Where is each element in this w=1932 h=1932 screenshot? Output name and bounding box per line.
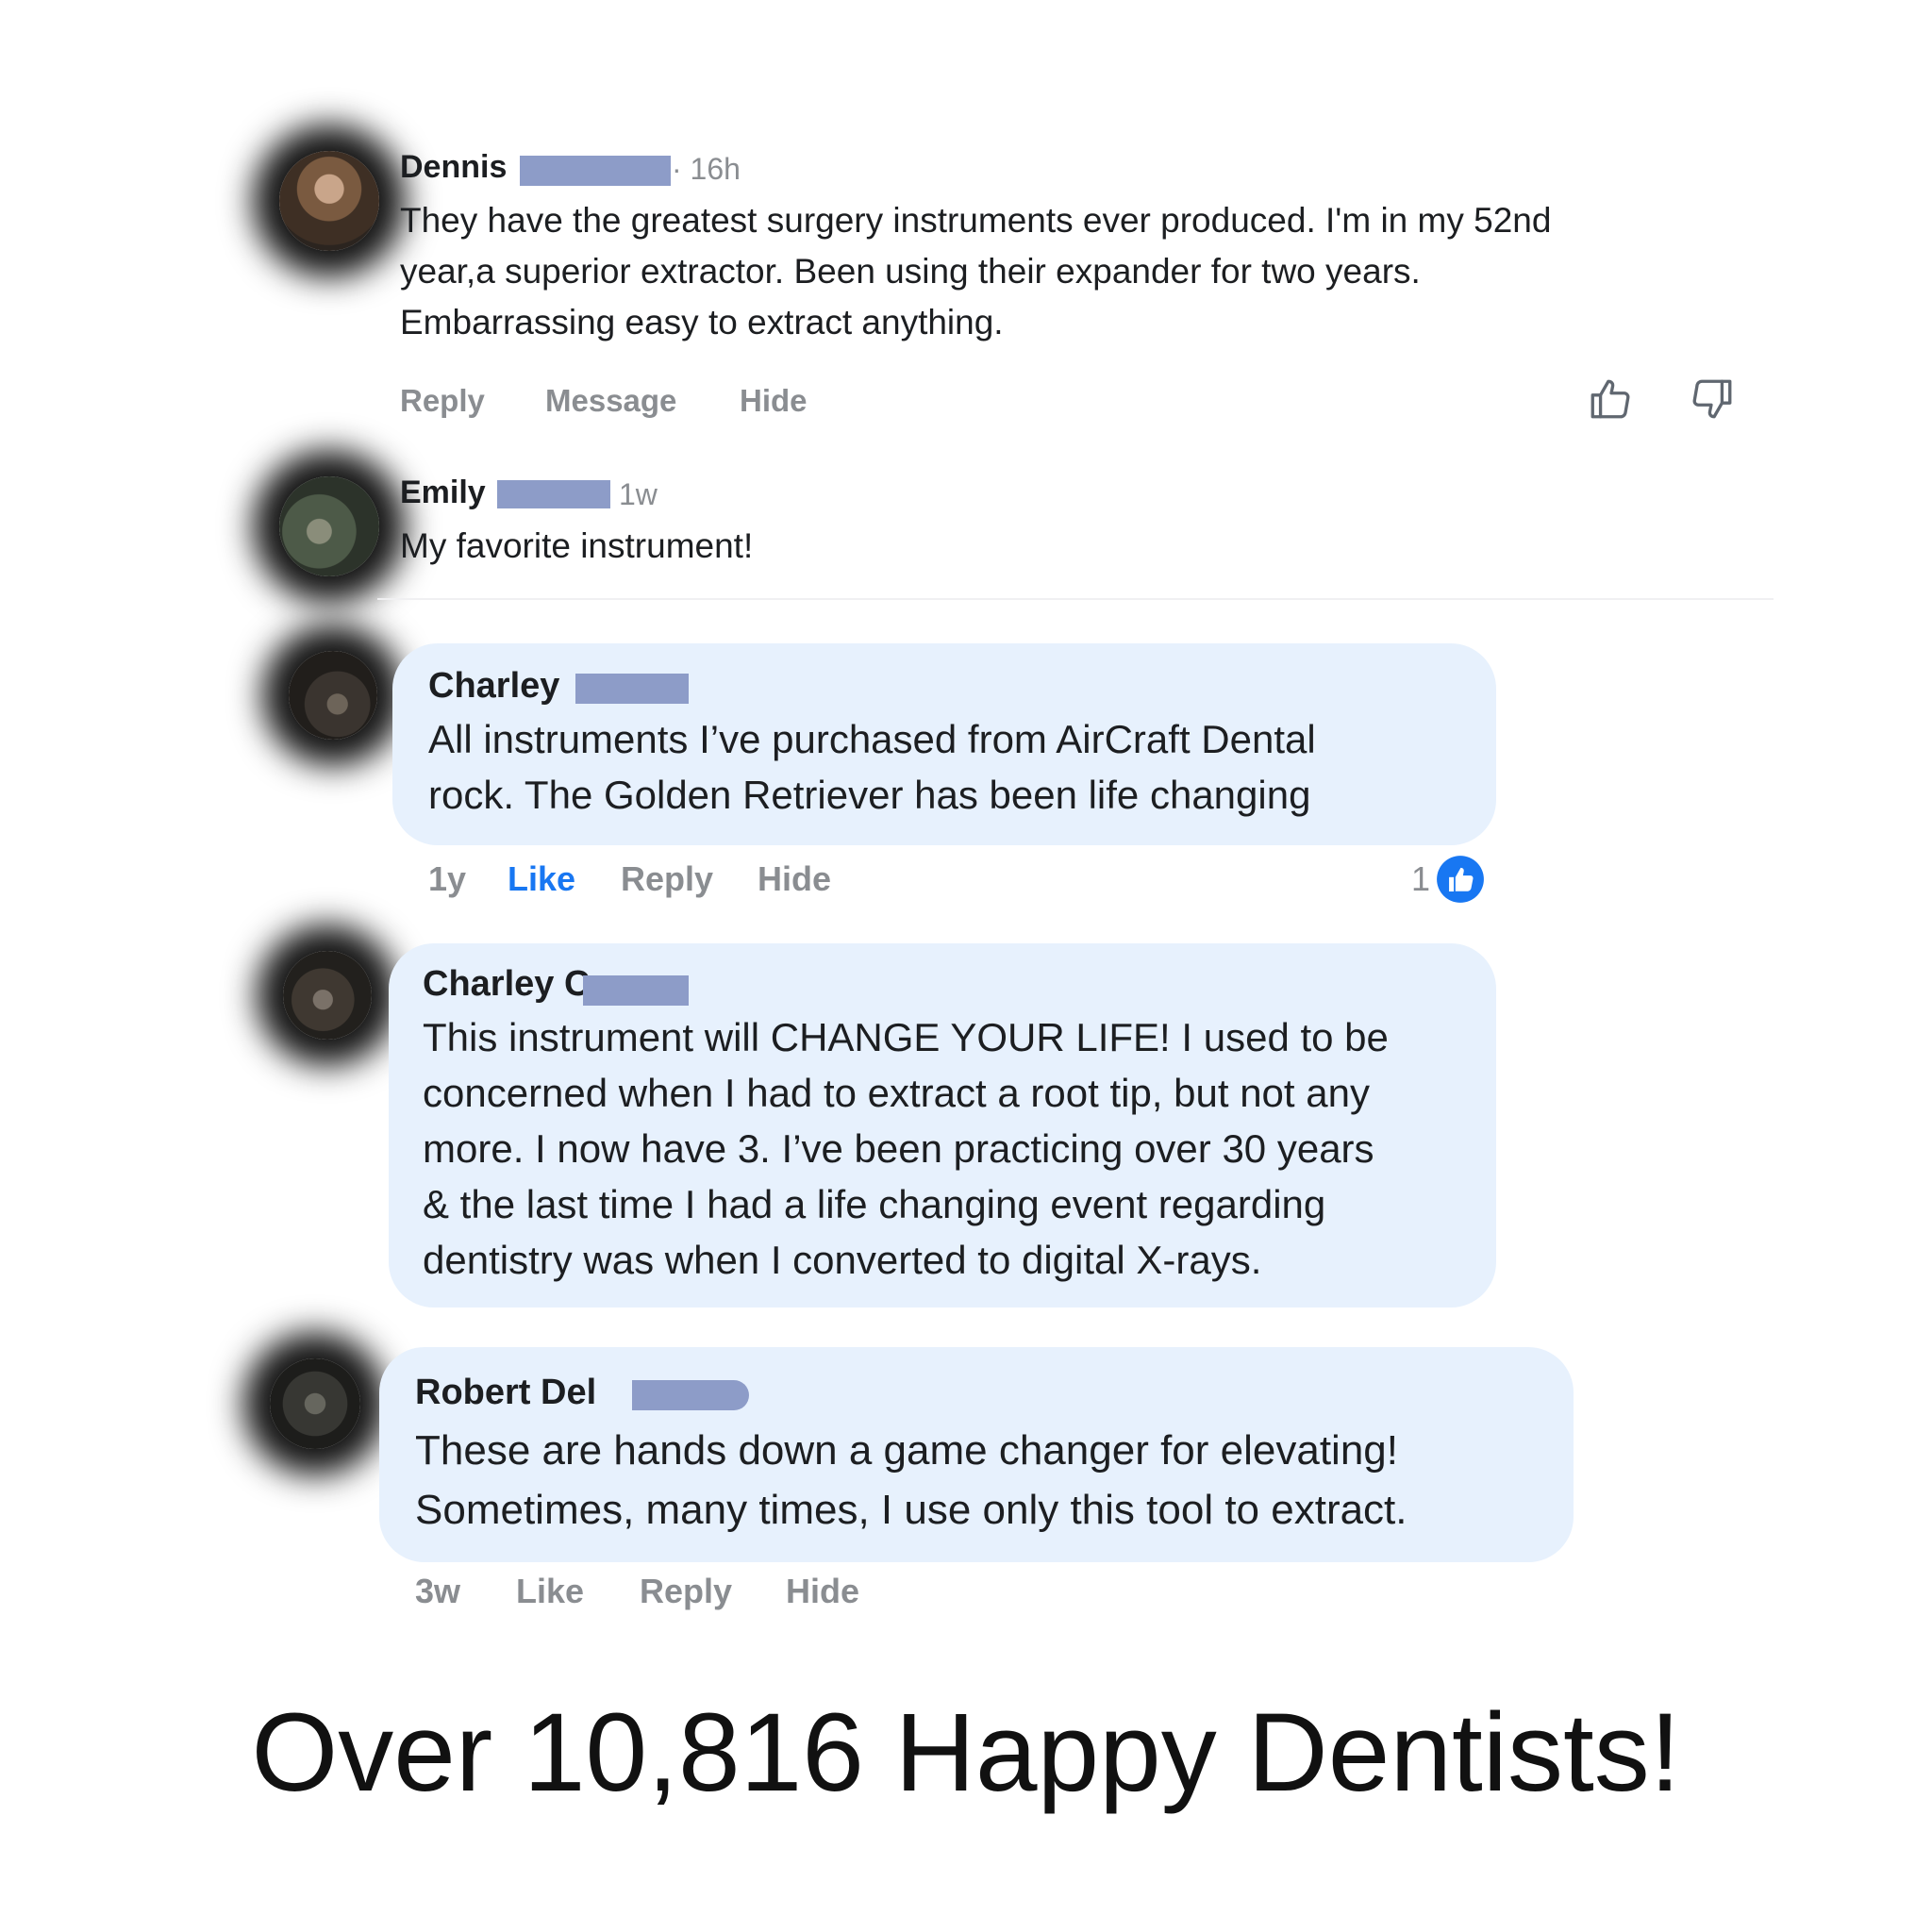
comment-line: more. I now have 3. I’ve been practicing… bbox=[423, 1126, 1374, 1171]
commenter-name[interactable]: Dennis bbox=[400, 149, 507, 186]
headline: Over 10,816 Happy Dentists! bbox=[251, 1690, 1681, 1815]
redacted-surname bbox=[520, 156, 671, 186]
comment-text: This instrument will CHANGE YOUR LIFE! I… bbox=[423, 1009, 1389, 1288]
comment-line: year,a superior extractor. Been using th… bbox=[400, 252, 1421, 291]
hide-button[interactable]: Hide bbox=[740, 383, 808, 419]
comment-line: Sometimes, many times, I use only this t… bbox=[415, 1487, 1407, 1533]
thumbs-up-outline-icon[interactable] bbox=[1587, 375, 1634, 423]
comment-line: rock. The Golden Retriever has been life… bbox=[428, 773, 1311, 817]
redacted-surname bbox=[583, 975, 689, 1006]
comment-timestamp[interactable]: 1w bbox=[619, 477, 658, 512]
commenter-name[interactable]: Emily bbox=[400, 475, 486, 511]
thumbs-down-outline-icon[interactable] bbox=[1689, 375, 1736, 423]
redacted-surname bbox=[575, 674, 689, 704]
comment-timestamp[interactable]: 3w bbox=[415, 1572, 460, 1611]
hide-button[interactable]: Hide bbox=[786, 1572, 859, 1611]
like-reaction-icon[interactable] bbox=[1436, 855, 1485, 904]
like-button[interactable]: Like bbox=[508, 859, 575, 899]
message-button[interactable]: Message bbox=[545, 383, 676, 419]
like-button[interactable]: Like bbox=[516, 1572, 584, 1611]
comment-text: All instruments I’ve purchased from AirC… bbox=[428, 711, 1316, 823]
reply-button[interactable]: Reply bbox=[621, 859, 713, 899]
comment-timestamp[interactable]: 1y bbox=[428, 859, 466, 899]
comment-text: They have the greatest surgery instrumen… bbox=[400, 195, 1551, 348]
comment-line: My favorite instrument! bbox=[400, 526, 754, 565]
comment-line: All instruments I’ve purchased from AirC… bbox=[428, 717, 1316, 761]
comment-line: Embarrassing easy to extract anything. bbox=[400, 303, 1004, 341]
avatar[interactable] bbox=[279, 151, 379, 251]
comment-timestamp[interactable]: · 16h bbox=[672, 152, 741, 187]
avatar[interactable] bbox=[279, 476, 379, 576]
comment-text: My favorite instrument! bbox=[400, 521, 753, 572]
commenter-name[interactable]: Charley C bbox=[423, 964, 590, 1005]
avatar[interactable] bbox=[289, 651, 377, 740]
comment-line: This instrument will CHANGE YOUR LIFE! I… bbox=[423, 1015, 1389, 1059]
commenter-name[interactable]: Robert Del bbox=[415, 1373, 596, 1413]
comment-line: These are hands down a game changer for … bbox=[415, 1427, 1398, 1474]
divider bbox=[377, 598, 1774, 600]
reaction-count[interactable]: 1 bbox=[1411, 859, 1430, 899]
redacted-surname bbox=[497, 480, 610, 508]
reply-button[interactable]: Reply bbox=[400, 383, 485, 419]
comment-line: & the last time I had a life changing ev… bbox=[423, 1182, 1326, 1226]
comment-line: dentistry was when I converted to digita… bbox=[423, 1238, 1262, 1282]
reply-button[interactable]: Reply bbox=[640, 1572, 732, 1611]
comment-text: These are hands down a game changer for … bbox=[415, 1421, 1407, 1540]
hide-button[interactable]: Hide bbox=[758, 859, 831, 899]
avatar[interactable] bbox=[283, 951, 372, 1040]
redacted-surname bbox=[632, 1380, 749, 1410]
avatar[interactable] bbox=[270, 1358, 360, 1449]
commenter-name[interactable]: Charley bbox=[428, 666, 559, 707]
comment-line: concerned when I had to extract a root t… bbox=[423, 1071, 1370, 1115]
comment-line: They have the greatest surgery instrumen… bbox=[400, 201, 1552, 240]
